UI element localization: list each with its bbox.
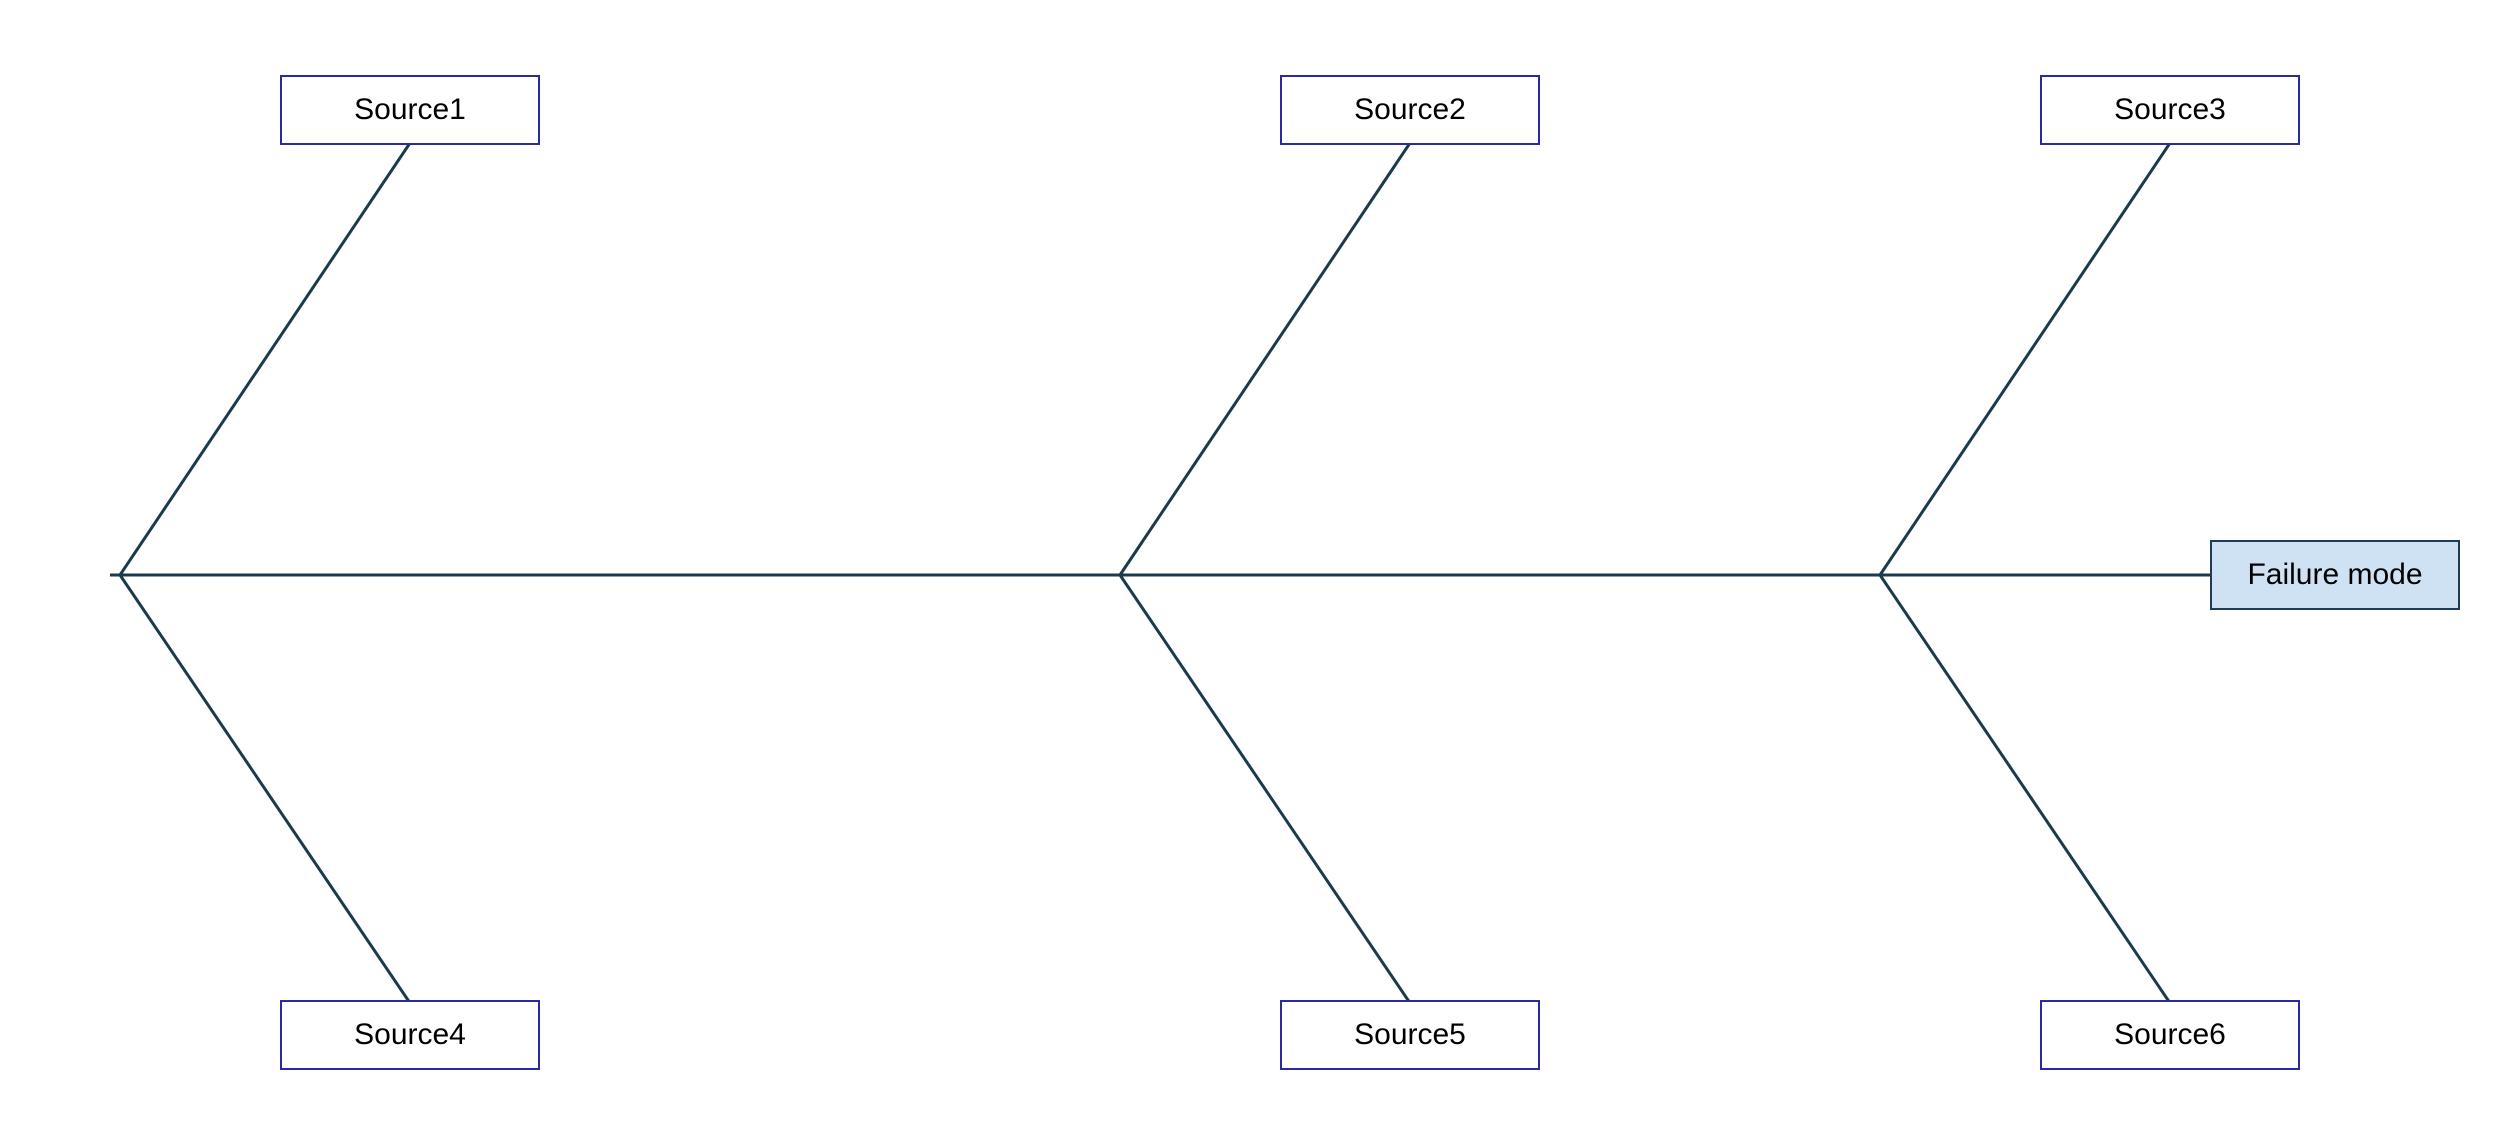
source-box-bottom-3: Source6 xyxy=(2040,1000,2300,1070)
source-label: Source5 xyxy=(1354,1018,1466,1052)
fishbone-diagram: Source1 Source2 Source3 Source4 Source5 … xyxy=(0,0,2500,1145)
source-box-bottom-1: Source4 xyxy=(280,1000,540,1070)
source-box-bottom-2: Source5 xyxy=(1280,1000,1540,1070)
bone-top-1 xyxy=(120,143,410,575)
source-label: Source4 xyxy=(354,1018,466,1052)
bone-bottom-3 xyxy=(1880,575,2170,1003)
source-box-top-3: Source3 xyxy=(2040,75,2300,145)
source-label: Source6 xyxy=(2114,1018,2226,1052)
bones xyxy=(0,0,2500,1145)
source-box-top-2: Source2 xyxy=(1280,75,1540,145)
source-label: Source3 xyxy=(2114,93,2226,127)
source-label: Source1 xyxy=(354,93,466,127)
source-box-top-1: Source1 xyxy=(280,75,540,145)
failure-mode-box: Failure mode xyxy=(2210,540,2460,610)
failure-mode-label: Failure mode xyxy=(2247,558,2422,592)
bone-top-3 xyxy=(1880,143,2170,575)
source-label: Source2 xyxy=(1354,93,1466,127)
bone-bottom-1 xyxy=(120,575,410,1003)
bone-bottom-2 xyxy=(1120,575,1410,1003)
bone-top-2 xyxy=(1120,143,1410,575)
